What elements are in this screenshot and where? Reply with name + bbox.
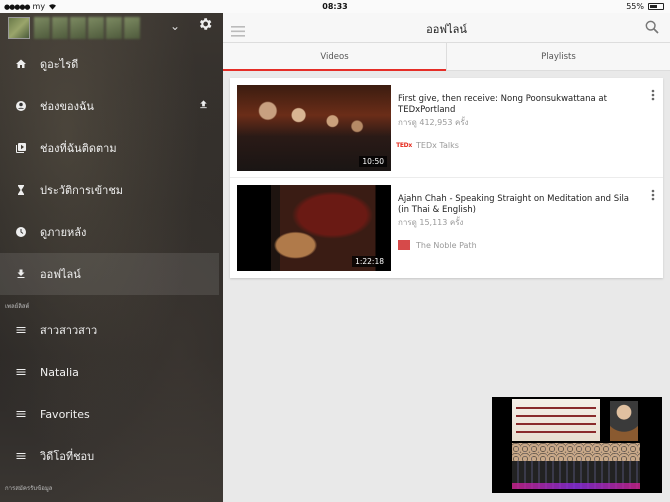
sidebar-item-label: ประวัติการเข้าชม [40,184,124,197]
list-item[interactable]: 10:50 First give, then receive: Nong Poo… [230,78,663,178]
sidebar-item-playlist[interactable]: วิดีโอที่ชอบ [0,435,223,477]
mini-player-speaker [610,401,638,441]
video-list: 10:50 First give, then receive: Nong Poo… [230,78,663,278]
playlist-icon [14,407,28,421]
sidebar-item-playlist[interactable]: สาวสาวสาว [0,309,223,351]
sidebar-item-history[interactable]: ประวัติการเข้าชม [0,169,223,211]
playlist-icon [14,365,28,379]
subscriptions-header: การสมัครรับข้อมูล [5,485,53,492]
tedx-logo-icon: TEDx [396,140,412,150]
tab-videos[interactable]: Videos [223,43,446,71]
screen: ●●●●● my 08:33 55% ⌄ ดูอะไรดี ช่องของฉัน… [0,0,670,502]
account-icon [14,99,28,113]
sidebar-nav: ดูอะไรดี ช่องของฉัน ช่องที่ฉันติดตาม ประ… [0,43,223,492]
channel-name: The Noble Path [416,240,477,250]
download-icon [14,267,28,281]
sidebar-item-label: Natalia [40,365,79,379]
gear-icon[interactable] [197,16,213,36]
more-options-icon[interactable] [651,186,655,205]
history-icon [14,183,28,197]
more-options-icon[interactable] [651,86,655,105]
sidebar-item-watch-later[interactable]: ดูภายหลัง [0,211,223,253]
page-title: ออฟไลน์ [426,23,467,36]
view-count: การดู 15,113 ครั้ง [398,218,464,228]
playlist-icon [14,323,28,337]
sidebar-item-label: สาวสาวสาว [40,324,98,337]
sidebar-item-offline[interactable]: ออฟไลน์ [0,253,219,295]
home-icon [14,57,28,71]
account-name-blurred [34,17,164,39]
sidebar-item-my-channel[interactable]: ช่องของฉัน [0,85,223,127]
sidebar-item-label: Favorites [40,407,90,421]
upload-icon[interactable] [198,99,209,113]
duration-badge: 1:22:18 [352,256,387,267]
battery-icon [648,3,664,10]
watch-later-icon [14,225,28,239]
avatar [8,17,30,39]
sidebar-item-playlist[interactable]: Natalia [0,351,223,393]
sidebar-item-label: ช่องที่ฉันติดตาม [40,142,117,155]
sidebar-item-label: ดูอะไรดี [40,58,79,71]
list-item[interactable]: 1:22:18 Ajahn Chah - Speaking Straight o… [230,178,663,278]
status-bar: ●●●●● my 08:33 55% [0,0,670,13]
video-thumbnail[interactable]: 1:22:18 [237,185,391,271]
top-bar: ออฟไลน์ [223,13,670,43]
video-thumbnail[interactable]: 10:50 [237,85,391,171]
playlists-header: เพลย์ลิสต์ [5,303,30,310]
sidebar: ⌄ ดูอะไรดี ช่องของฉัน ช่องที่ฉันติดตาม ป [0,13,223,502]
sidebar-item-label: วิดีโอที่ชอบ [40,450,95,463]
video-title[interactable]: First give, then receive: Nong Poonsukwa… [398,94,638,115]
channel-avatar-icon [398,240,410,250]
sidebar-item-label: ดูภายหลัง [40,226,87,239]
search-icon[interactable] [644,19,660,39]
mini-player[interactable] [492,397,662,493]
subscriptions-icon [14,141,28,155]
sidebar-item-subscriptions[interactable]: ช่องที่ฉันติดตาม [0,127,223,169]
chevron-down-icon[interactable]: ⌄ [170,19,180,33]
channel-row[interactable]: TEDx TEDx Talks [396,140,459,150]
channel-name: TEDx Talks [416,140,459,150]
status-right: 55% [626,2,664,11]
video-meta: Ajahn Chah - Speaking Straight on Medita… [398,194,638,229]
video-meta: First give, then receive: Nong Poonsukwa… [398,94,638,129]
sidebar-item-label: ออฟไลน์ [40,268,81,281]
sidebar-item-home[interactable]: ดูอะไรดี [0,43,223,85]
view-count: การดู 412,953 ครั้ง [398,118,469,128]
channel-row[interactable]: The Noble Path [398,240,477,250]
status-time: 08:33 [322,2,348,11]
account-header[interactable]: ⌄ [0,13,223,43]
duration-badge: 10:50 [359,156,387,167]
sidebar-item-playlist[interactable]: Favorites [0,393,223,435]
mini-player-slide [512,399,600,441]
playlist-icon [14,449,28,463]
video-title[interactable]: Ajahn Chah - Speaking Straight on Medita… [398,194,638,215]
tab-bar: Videos Playlists [223,43,670,71]
tab-playlists[interactable]: Playlists [446,43,670,70]
battery-percent: 55% [626,2,644,11]
mini-player-caption-bar [512,483,640,489]
sidebar-item-label: ช่องของฉัน [40,100,94,113]
